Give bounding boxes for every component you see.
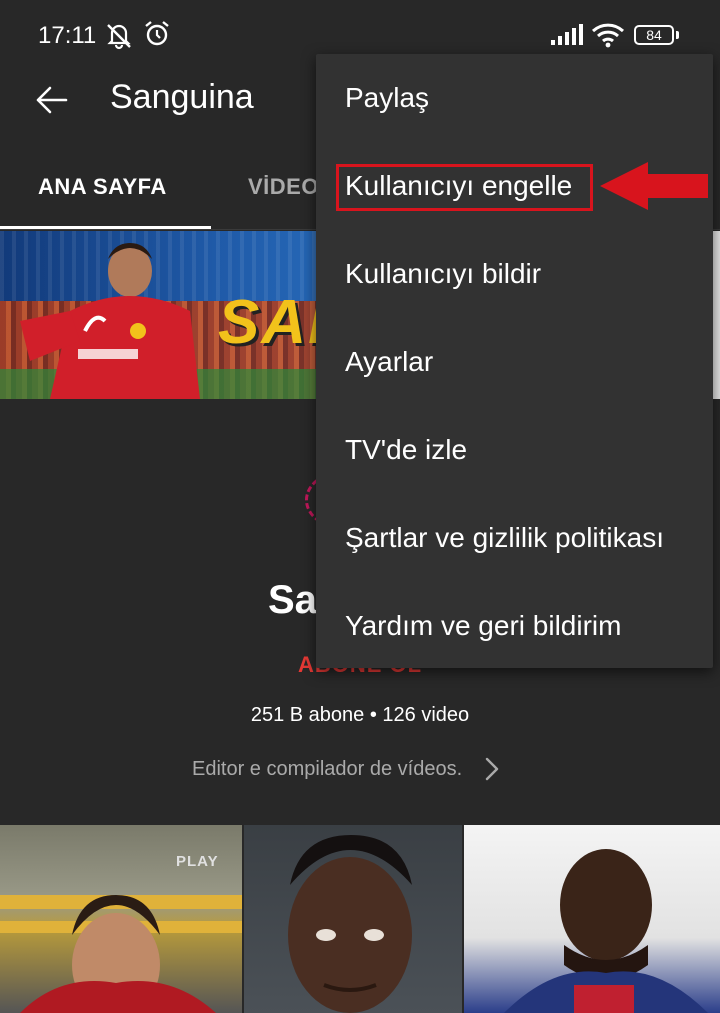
channel-name: Sa [268, 578, 317, 622]
channel-about-row[interactable]: Editor e compilador de vídeos. [192, 756, 500, 782]
channel-stats: 251 B abone • 126 video [250, 704, 470, 726]
video-thumbnail[interactable]: PLAY [0, 825, 242, 1013]
menu-item-settings[interactable]: Ayarlar [316, 318, 713, 406]
tab-videos[interactable]: VİDEO [248, 174, 319, 200]
battery-level: 84 [646, 27, 662, 43]
wifi-icon [591, 23, 625, 48]
battery-icon: 84 [634, 25, 674, 45]
signal-icon [551, 24, 583, 45]
menu-item-watch-on-tv[interactable]: TV'de izle [316, 406, 713, 494]
alarm-icon [145, 21, 169, 46]
menu-item-label: TV'de izle [345, 434, 468, 465]
arrow-left-icon[interactable] [32, 80, 72, 120]
video-thumbnail[interactable] [244, 825, 462, 1013]
menu-item-label: Şartlar ve gizlilik politikası [345, 522, 664, 553]
tab-home[interactable]: ANA SAYFA [38, 174, 167, 200]
menu-item-label: Yardım ve geri bildirim [345, 610, 622, 641]
menu-item-label: Paylaş [345, 82, 430, 113]
menu-item-terms-privacy[interactable]: Şartlar ve gizlilik politikası [316, 494, 713, 582]
status-time: 17:11 [38, 22, 97, 49]
overflow-menu: Paylaş Kullanıcıyı engelle Kullanıcıyı b… [316, 54, 713, 668]
battery-tip [676, 31, 679, 39]
page-title: Sanguina [110, 78, 254, 116]
menu-item-label: Ayarlar [345, 346, 434, 377]
pointer-arrow-icon [600, 162, 708, 210]
menu-item-help-feedback[interactable]: Yardım ve geri bildirim [316, 582, 713, 670]
video-thumbnail-row: PLAY [0, 825, 720, 1013]
thumbnail-overlay-text: PLAY [176, 853, 219, 870]
tab-active-indicator [0, 226, 211, 229]
menu-item-report-user[interactable]: Kullanıcıyı bildir [316, 230, 713, 318]
chevron-right-icon [485, 757, 499, 781]
banner-player-image [20, 243, 200, 399]
thumbnail-player-image [504, 849, 708, 1013]
menu-item-label: Kullanıcıyı bildir [345, 258, 542, 289]
video-thumbnail[interactable] [464, 825, 720, 1013]
highlight-annotation-box [336, 164, 593, 211]
channel-description: Editor e compilador de vídeos. [192, 757, 463, 780]
menu-item-share[interactable]: Paylaş [316, 54, 713, 142]
thumbnail-player-image [288, 835, 412, 1013]
bell-off-icon [107, 24, 131, 50]
